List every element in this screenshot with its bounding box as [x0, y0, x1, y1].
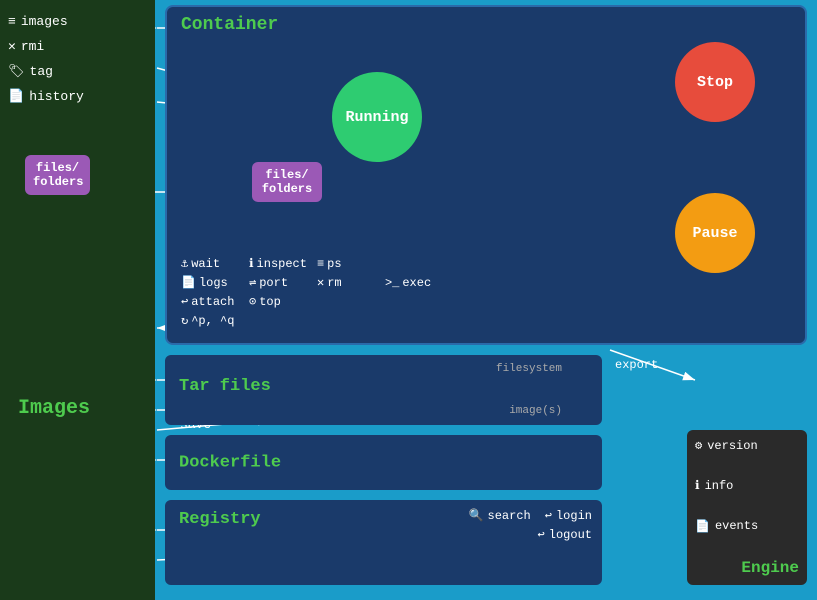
container-box: Container Running Stop Pause files/ fold… [165, 5, 807, 345]
pause-state: Pause [675, 193, 755, 273]
registry-title: Registry [179, 510, 261, 529]
host-container: files/folders Host [25, 155, 59, 175]
exec-icon: >_ [385, 276, 399, 290]
cmd-ps: ≡ ps [317, 256, 375, 271]
stop-state: Stop [675, 42, 755, 122]
engine-version: ⚙ version [695, 438, 799, 453]
container-title: Container [181, 15, 278, 35]
menu-images[interactable]: ≡ images [8, 14, 147, 29]
x-icon: ✕ [8, 39, 16, 54]
events-icon: 📄 [695, 519, 710, 534]
ctrl-icon: ↻ [181, 313, 188, 328]
info-icon2: ℹ [695, 478, 700, 493]
tar-filesystem: filesystem [496, 363, 562, 375]
tar-images: image(s) [509, 405, 562, 417]
main-area: commit create run diff kill, stop start … [155, 0, 817, 600]
top-icon: ⊙ [249, 294, 256, 309]
ps-icon: ≡ [317, 257, 324, 271]
cmd-attach: ↩ attach [181, 294, 239, 309]
cmd-rm: ✕ rm [317, 275, 375, 290]
registry-commands: 🔍 search ↩ login ↩ logout [469, 508, 592, 542]
cmd-inspect: ℹ inspect [249, 256, 307, 271]
cmd-exec: >_ exec [385, 275, 443, 290]
info-icon: ℹ [249, 256, 254, 271]
menu-tag[interactable]: 🏷 tag [8, 64, 147, 79]
gear-icon: ⚙ [695, 438, 702, 453]
tar-files-box: Tar files filesystem image(s) [165, 355, 602, 425]
cmd-search: 🔍 search ↩ login [469, 508, 592, 523]
attach-icon: ↩ [181, 294, 188, 309]
engine-info: ℹ info [695, 478, 799, 493]
host-files-box: files/folders [25, 155, 90, 195]
search-icon: 🔍 [469, 508, 484, 523]
cmd-logout: ↩ logout [469, 527, 592, 542]
dockerfile-box: Dockerfile [165, 435, 602, 490]
cmd-ctrl: ↻ ^p, ^q [181, 313, 239, 328]
container-commands: ⚓ wait ℹ inspect ≡ ps 📄 logs ⇌ [181, 256, 443, 328]
menu-images-label: images [21, 14, 68, 29]
registry-box: Registry 🔍 search ↩ login ↩ logout [165, 500, 602, 585]
menu-history-label: history [29, 89, 84, 104]
menu-history[interactable]: 📄 history [8, 89, 147, 104]
menu-rmi-label: rmi [21, 39, 44, 54]
cmd-logs: 📄 logs [181, 275, 239, 290]
rm-icon: ✕ [317, 275, 324, 290]
dockerfile-title: Dockerfile [179, 453, 281, 472]
port-icon: ⇌ [249, 275, 256, 290]
container-files-box: files/ folders [252, 162, 322, 202]
menu-tag-label: tag [30, 64, 53, 79]
anchor-icon: ⚓ [181, 256, 188, 271]
doc-icon: 📄 [8, 89, 24, 104]
images-title: Images [18, 397, 90, 420]
engine-events: 📄 events [695, 519, 799, 534]
cmd-wait: ⚓ wait [181, 256, 239, 271]
logs-icon: 📄 [181, 275, 196, 290]
logout-icon: ↩ [538, 527, 545, 542]
cmd-port: ⇌ port [249, 275, 307, 290]
tag-icon: 🏷 [8, 64, 25, 79]
engine-box: ⚙ version ℹ info 📄 events Engine [687, 430, 807, 585]
diagram: ≡ images ✕ rmi 🏷 tag 📄 history Images [0, 0, 817, 600]
engine-title: Engine [695, 559, 799, 577]
login-icon: ↩ [545, 508, 552, 523]
tar-files-title: Tar files [179, 377, 271, 396]
running-state: Running [332, 72, 422, 162]
left-panel: ≡ images ✕ rmi 🏷 tag 📄 history Images [0, 0, 155, 600]
svg-text:export: export [615, 358, 658, 372]
menu-rmi[interactable]: ✕ rmi [8, 39, 147, 54]
list-icon: ≡ [8, 14, 16, 29]
cmd-top: ⊙ top [249, 294, 307, 309]
